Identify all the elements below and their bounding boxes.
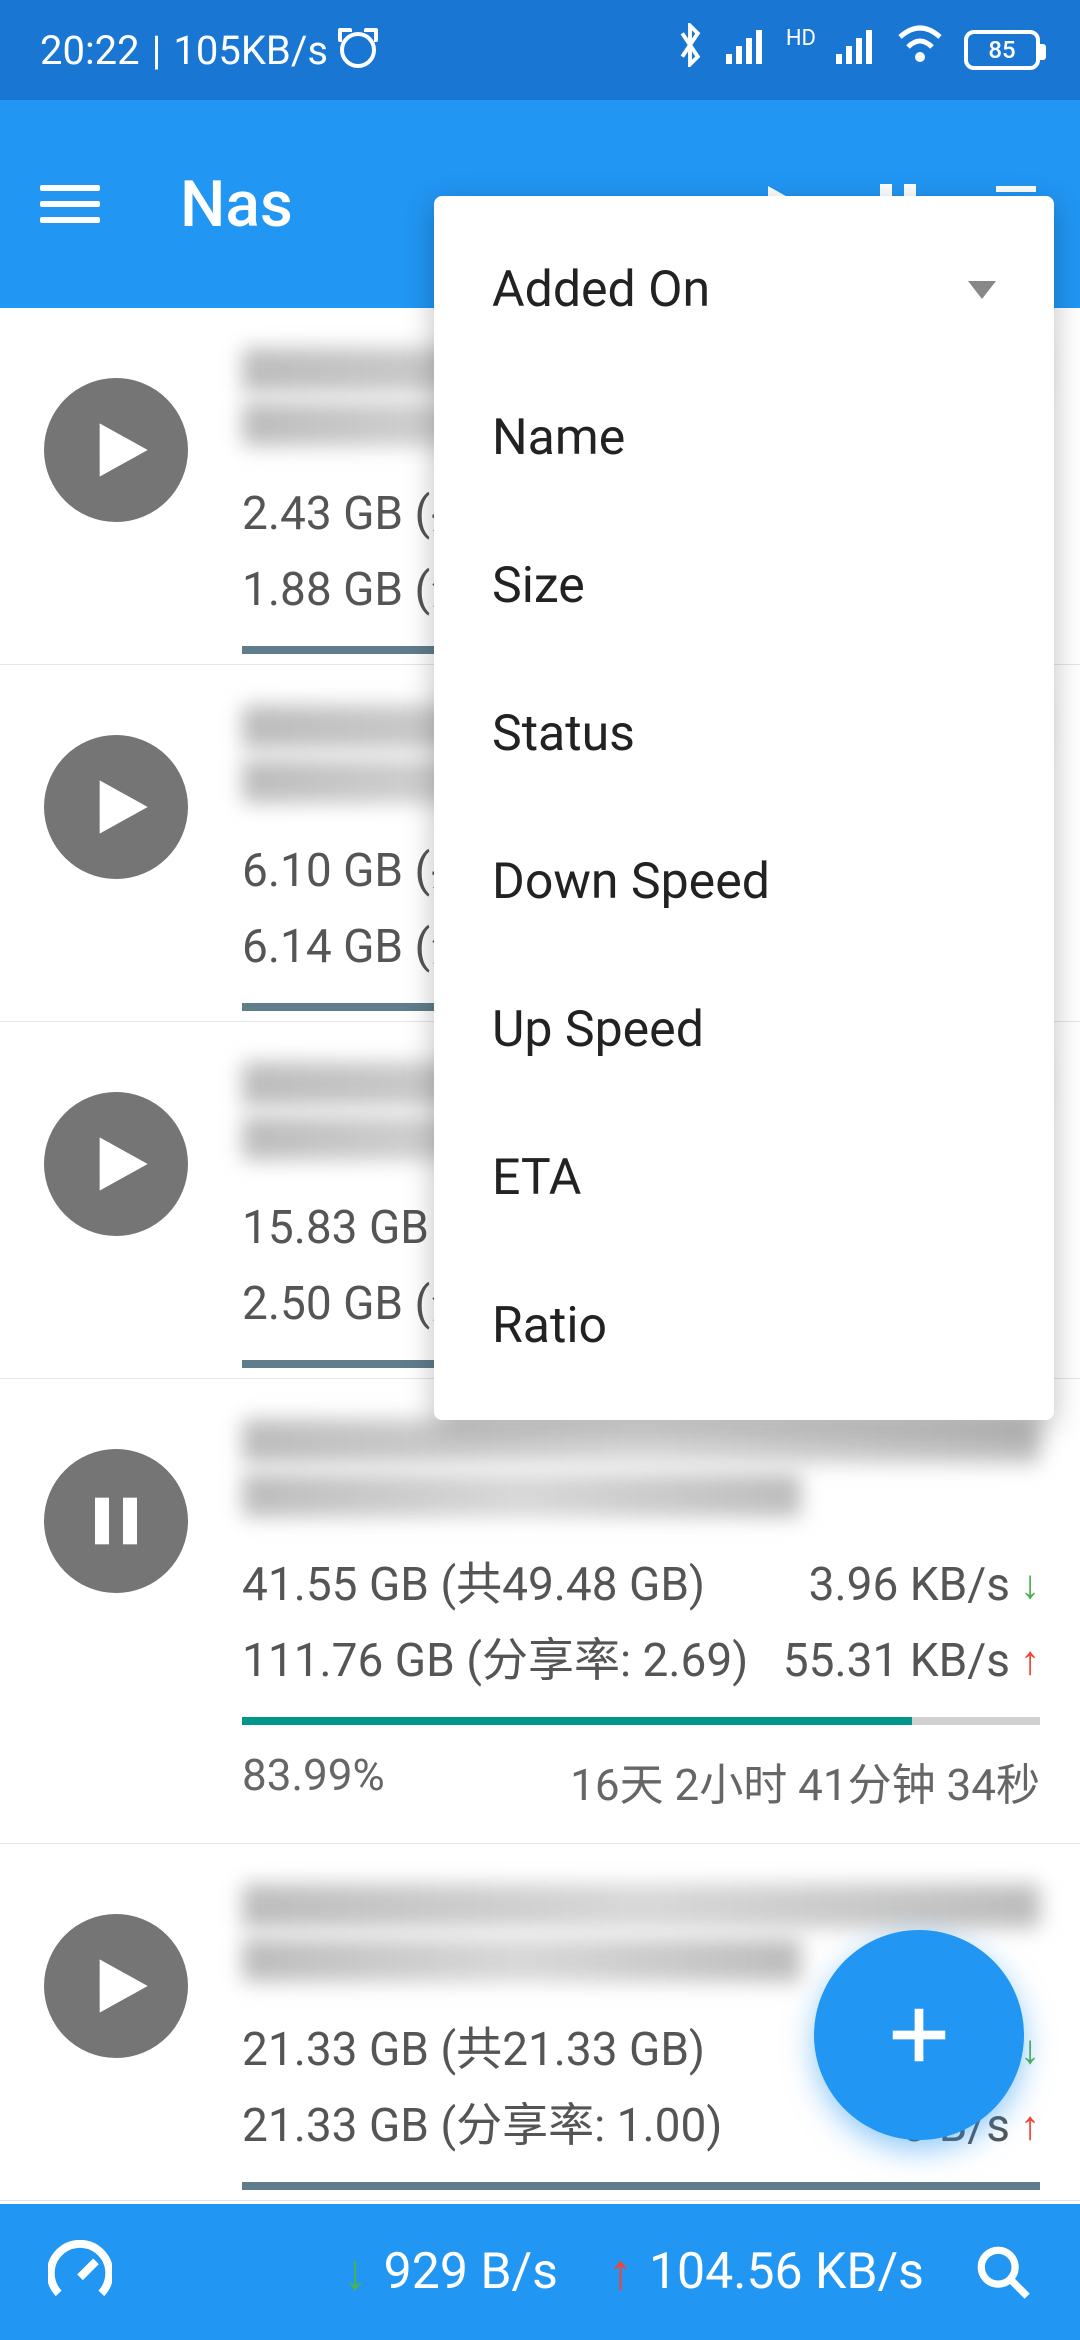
- status-time: 20:22: [40, 27, 140, 74]
- sort-option-up-speed[interactable]: Up Speed: [434, 956, 1054, 1104]
- progress-bar: [242, 2182, 1040, 2190]
- eta: 16天 2小时 41分钟 34秒: [570, 1749, 1040, 1813]
- signal-hd-icon: HD: [786, 26, 816, 51]
- bluetooth-icon: [674, 23, 706, 77]
- up-speed: 55.31 KB/s↑: [783, 1623, 1040, 1699]
- sort-option-ratio[interactable]: Ratio: [434, 1252, 1054, 1400]
- torrent-title: [242, 1938, 801, 1982]
- signal-icon-2: [836, 27, 876, 74]
- pause-icon[interactable]: [44, 1449, 188, 1593]
- torrent-size: 41.55 GB (共49.48 GB): [242, 1547, 705, 1623]
- status-bar: 20:22 | 105KB/s HD 85: [0, 0, 1080, 100]
- sort-option-size[interactable]: Size: [434, 512, 1054, 660]
- sort-option-name[interactable]: Name: [434, 364, 1054, 512]
- play-icon[interactable]: [44, 378, 188, 522]
- global-up-speed: ↑104.56 KB/s: [608, 2243, 924, 2302]
- play-icon[interactable]: [44, 1914, 188, 2058]
- sort-option-added-on[interactable]: Added On: [434, 216, 1054, 364]
- play-icon[interactable]: [44, 1092, 188, 1236]
- torrent-shared: 21.33 GB (分享率: 1.00): [242, 2088, 722, 2164]
- wifi-icon: [896, 25, 944, 75]
- battery-icon: 85: [964, 30, 1040, 70]
- add-button[interactable]: [814, 1930, 1024, 2140]
- status-net-speed: 105KB/s: [173, 27, 328, 74]
- alarm-icon: [340, 32, 376, 68]
- app-title: Nas: [180, 167, 293, 242]
- torrent-shared: 111.76 GB (分享率: 2.69): [242, 1623, 748, 1699]
- progress-percent: 83.99%: [242, 1749, 385, 1813]
- down-speed: 3.96 KB/s↓: [809, 1547, 1040, 1623]
- torrent-row[interactable]: 41.55 GB (共49.48 GB) 3.96 KB/s↓ 111.76 GB …: [0, 1379, 1080, 1844]
- menu-icon[interactable]: [40, 185, 100, 223]
- chevron-down-icon: [968, 281, 996, 299]
- torrent-title: [242, 1419, 1040, 1463]
- speedometer-icon[interactable]: [48, 2240, 112, 2304]
- sort-option-down-speed[interactable]: Down Speed: [434, 808, 1054, 956]
- progress-bar: [242, 1717, 1040, 1725]
- torrent-title: [242, 1884, 1040, 1928]
- sort-option-status[interactable]: Status: [434, 660, 1054, 808]
- torrent-title: [242, 1473, 801, 1517]
- play-icon[interactable]: [44, 735, 188, 879]
- global-down-speed: ↓929 B/s: [343, 2243, 558, 2302]
- signal-icon: [726, 27, 766, 74]
- sort-menu: Added OnNameSizeStatusDown SpeedUp Speed…: [434, 196, 1054, 1420]
- torrent-size: 21.33 GB (共21.33 GB): [242, 2012, 705, 2088]
- search-icon[interactable]: [974, 2243, 1032, 2301]
- bottom-bar: ↓929 B/s ↑104.56 KB/s: [0, 2204, 1080, 2340]
- sort-option-eta[interactable]: ETA: [434, 1104, 1054, 1252]
